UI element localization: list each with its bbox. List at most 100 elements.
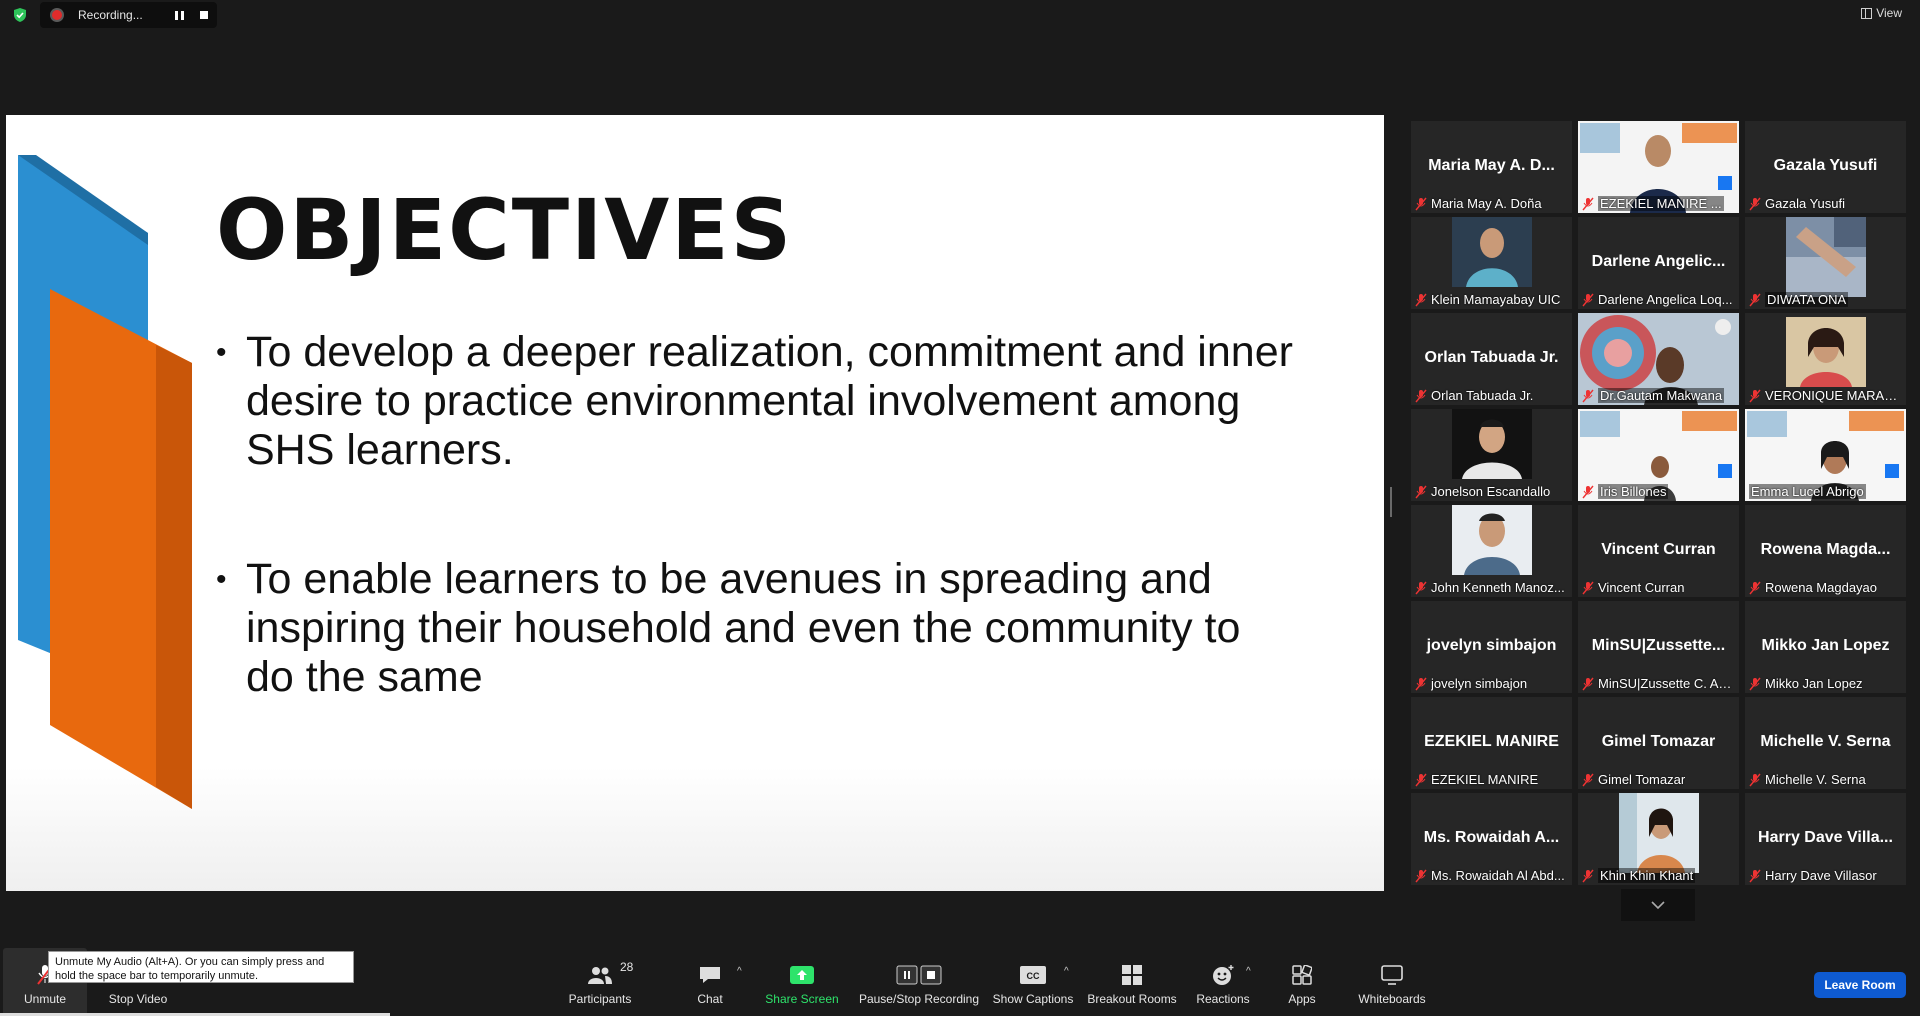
participant-label: John Kenneth Manoz... bbox=[1415, 580, 1568, 595]
muted-mic-icon bbox=[1582, 485, 1594, 498]
participant-label: Ms. Rowaidah Al Abd... bbox=[1415, 868, 1568, 883]
view-label: View bbox=[1876, 6, 1902, 20]
view-button[interactable]: View bbox=[1861, 6, 1902, 20]
chat-button[interactable]: Chat bbox=[680, 948, 740, 1016]
video-feed bbox=[1785, 217, 1866, 297]
participant-tile[interactable]: Gimel Tomazar Gimel Tomazar bbox=[1578, 697, 1739, 789]
participant-video-tile[interactable]: EZEKIEL MANIRE ... bbox=[1578, 121, 1739, 213]
stop-video-label: Stop Video bbox=[108, 992, 168, 1006]
breakout-rooms-label: Breakout Rooms bbox=[1087, 992, 1177, 1006]
pause-recording-button[interactable] bbox=[171, 7, 187, 23]
bullet-text: To enable learners to be avenues in spre… bbox=[246, 555, 1241, 701]
whiteboards-button[interactable]: Whiteboards bbox=[1346, 948, 1438, 1016]
participant-name: Orlan Tabuada Jr. bbox=[1424, 349, 1559, 366]
participant-label: Rowena Magdayao bbox=[1749, 580, 1902, 595]
muted-mic-icon bbox=[1749, 773, 1761, 786]
apps-button[interactable]: Apps bbox=[1276, 948, 1328, 1016]
muted-mic-icon bbox=[1415, 197, 1427, 210]
participant-name: Maria May A. D... bbox=[1428, 157, 1555, 174]
participant-video-tile[interactable]: Khin Khin Khant bbox=[1578, 793, 1739, 885]
participant-name: Harry Dave Villa... bbox=[1758, 829, 1893, 846]
participant-name: Vincent Curran bbox=[1601, 541, 1716, 558]
participant-tile[interactable]: Darlene Angelic... Darlene Angelica Loq.… bbox=[1578, 217, 1739, 309]
participants-label: Participants bbox=[568, 992, 632, 1006]
participant-tile[interactable]: jovelyn simbajon jovelyn simbajon bbox=[1411, 601, 1572, 693]
slide-bullet: • To develop a deeper realization, commit… bbox=[216, 328, 1296, 475]
participant-gallery: Maria May A. D... Maria May A. Doña EZEK… bbox=[1411, 121, 1908, 885]
participant-tile[interactable]: Orlan Tabuada Jr. Orlan Tabuada Jr. bbox=[1411, 313, 1572, 405]
top-bar: Recording... View bbox=[0, 0, 1920, 30]
participant-label: Darlene Angelica Loq... bbox=[1582, 292, 1735, 307]
participant-tile[interactable]: Vincent Curran Vincent Curran bbox=[1578, 505, 1739, 597]
participant-video-tile[interactable]: Jonelson Escandallo bbox=[1411, 409, 1572, 501]
muted-mic-icon bbox=[1582, 773, 1594, 786]
security-shield-icon[interactable] bbox=[12, 7, 28, 23]
recording-label: Recording... bbox=[78, 8, 143, 22]
show-captions-button[interactable]: CC Show Captions bbox=[990, 948, 1076, 1016]
muted-mic-icon bbox=[1415, 293, 1427, 306]
participant-label: Vincent Curran bbox=[1582, 580, 1735, 595]
participant-label: Emma Lucel Abrigo bbox=[1749, 484, 1866, 499]
participant-label: EZEKIEL MANIRE ... bbox=[1582, 196, 1735, 211]
gallery-next-page-button[interactable] bbox=[1621, 889, 1695, 921]
participant-name: Ms. Rowaidah A... bbox=[1423, 829, 1560, 846]
stop-recording-button[interactable] bbox=[196, 7, 212, 23]
participant-tile[interactable]: Rowena Magda... Rowena Magdayao bbox=[1745, 505, 1906, 597]
shared-screen: OBJECTIVES • To develop a deeper realizat… bbox=[6, 115, 1384, 891]
muted-mic-icon bbox=[1582, 197, 1594, 210]
svg-text:CC: CC bbox=[1027, 971, 1040, 981]
participant-label: MinSU|Zussette C. Ap... bbox=[1582, 676, 1735, 691]
participant-tile[interactable]: Mikko Jan Lopez Mikko Jan Lopez bbox=[1745, 601, 1906, 693]
reactions-options-caret[interactable] bbox=[1246, 966, 1256, 976]
participant-tile[interactable]: Ms. Rowaidah A... Ms. Rowaidah Al Abd... bbox=[1411, 793, 1572, 885]
chat-options-caret[interactable] bbox=[737, 966, 747, 976]
muted-mic-icon bbox=[1415, 581, 1427, 594]
unmute-label: Unmute bbox=[23, 992, 67, 1006]
participant-name: Gazala Yusufi bbox=[1773, 157, 1878, 174]
participant-video-tile[interactable]: Dr.Gautam Makwana bbox=[1578, 313, 1739, 405]
breakout-rooms-button[interactable]: Breakout Rooms bbox=[1086, 948, 1178, 1016]
share-screen-icon bbox=[790, 960, 814, 990]
participant-label: jovelyn simbajon bbox=[1415, 676, 1568, 691]
participant-video-tile[interactable]: Iris Billones bbox=[1578, 409, 1739, 501]
whiteboards-label: Whiteboards bbox=[1358, 992, 1426, 1006]
muted-mic-icon bbox=[1749, 293, 1761, 306]
muted-mic-icon bbox=[1582, 869, 1594, 882]
reactions-smiley-icon bbox=[1211, 960, 1235, 990]
leave-room-button[interactable]: Leave Room bbox=[1814, 972, 1906, 998]
show-captions-label: Show Captions bbox=[992, 992, 1074, 1006]
participant-tile[interactable]: Gazala Yusufi Gazala Yusufi bbox=[1745, 121, 1906, 213]
participants-count: 28 bbox=[620, 960, 634, 974]
video-feed bbox=[1451, 409, 1532, 479]
participants-icon: 28 bbox=[586, 960, 633, 990]
apps-icon bbox=[1292, 960, 1312, 990]
participant-video-tile-active-speaker[interactable]: Emma Lucel Abrigo bbox=[1745, 409, 1906, 501]
captions-options-caret[interactable] bbox=[1064, 966, 1074, 976]
participant-tile[interactable]: Harry Dave Villa... Harry Dave Villasor bbox=[1745, 793, 1906, 885]
share-screen-button[interactable]: Share Screen bbox=[756, 948, 848, 1016]
participant-video-tile[interactable]: John Kenneth Manoz... bbox=[1411, 505, 1572, 597]
participant-tile[interactable]: MinSU|Zussette... MinSU|Zussette C. Ap..… bbox=[1578, 601, 1739, 693]
reactions-button[interactable]: Reactions bbox=[1190, 948, 1256, 1016]
participant-tile[interactable]: Maria May A. D... Maria May A. Doña bbox=[1411, 121, 1572, 213]
panel-resize-handle[interactable] bbox=[1390, 487, 1392, 517]
muted-mic-icon bbox=[1749, 197, 1761, 210]
pause-stop-recording-button[interactable]: Pause/Stop Recording bbox=[856, 948, 982, 1016]
whiteboard-icon bbox=[1381, 960, 1403, 990]
participants-button[interactable]: 28 Participants bbox=[560, 948, 640, 1016]
participant-name: Michelle V. Serna bbox=[1760, 733, 1891, 750]
video-feed bbox=[1618, 793, 1699, 873]
reactions-label: Reactions bbox=[1196, 992, 1250, 1006]
participant-video-tile[interactable]: DIWATA ONA bbox=[1745, 217, 1906, 309]
participant-label: Khin Khin Khant bbox=[1582, 868, 1735, 883]
muted-mic-icon bbox=[1415, 485, 1427, 498]
participant-tile[interactable]: Michelle V. Serna Michelle V. Serna bbox=[1745, 697, 1906, 789]
breakout-rooms-icon bbox=[1121, 960, 1143, 990]
participant-tile[interactable]: EZEKIEL MANIRE EZEKIEL MANIRE bbox=[1411, 697, 1572, 789]
participant-video-tile[interactable]: VERONIQUE MARAN... bbox=[1745, 313, 1906, 405]
participant-video-tile[interactable]: Klein Mamayabay UIC bbox=[1411, 217, 1572, 309]
recording-controls-icon bbox=[896, 960, 942, 990]
closed-captions-icon: CC bbox=[1020, 960, 1046, 990]
view-layout-icon bbox=[1861, 7, 1873, 19]
muted-mic-icon bbox=[1749, 389, 1761, 402]
